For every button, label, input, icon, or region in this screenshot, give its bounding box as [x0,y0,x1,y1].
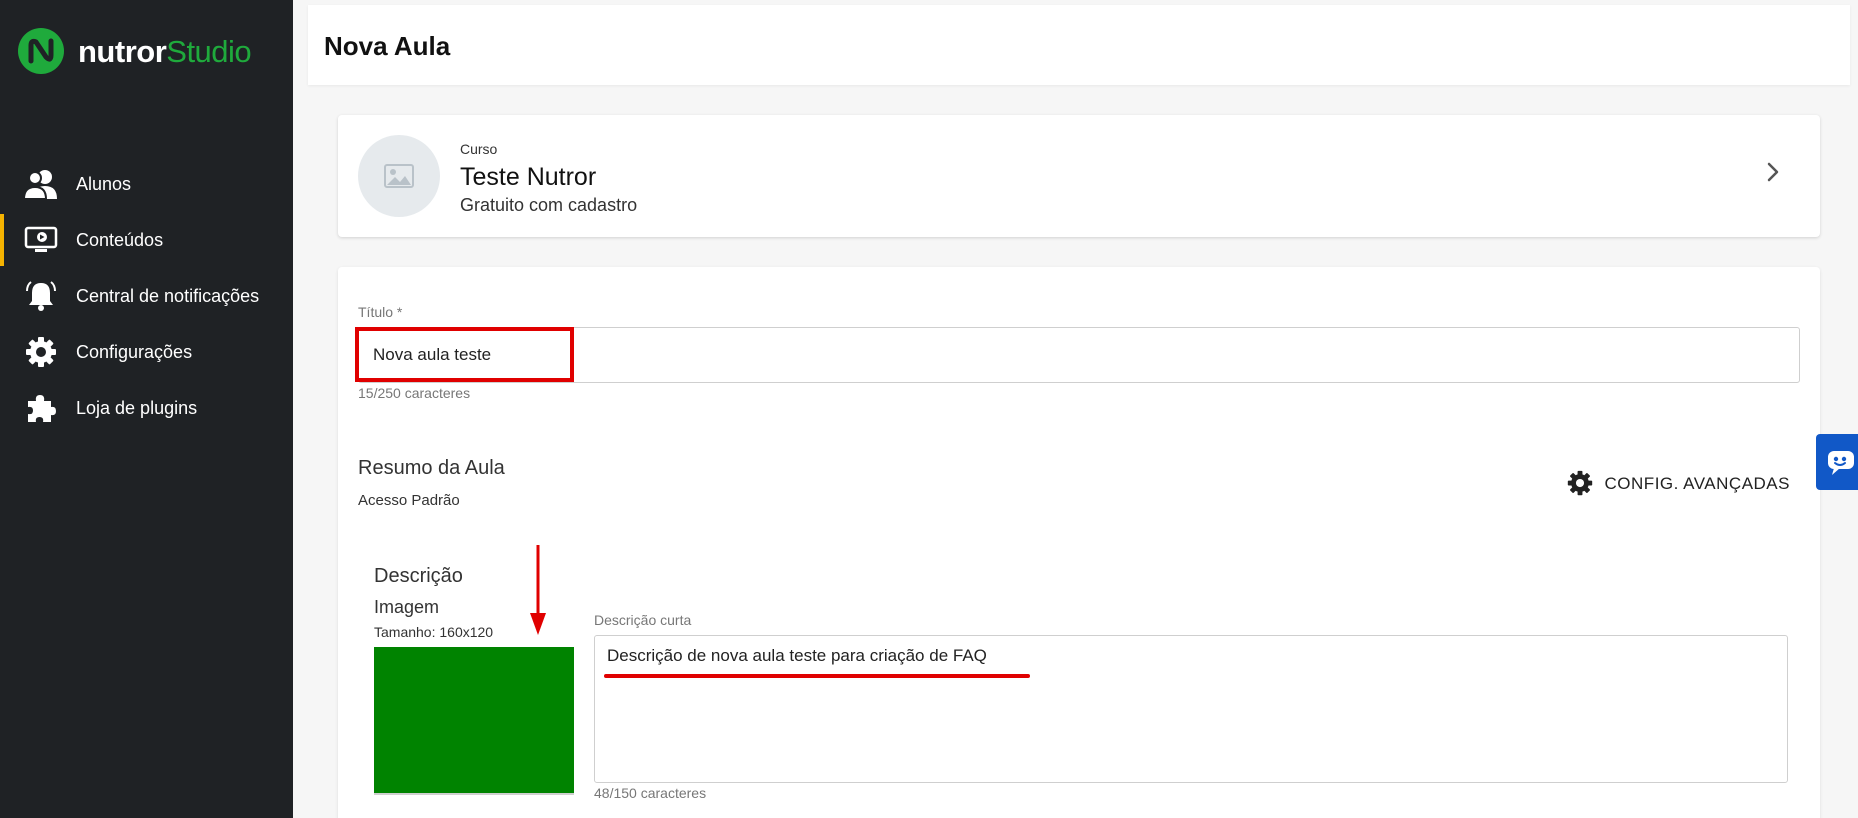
chevron-right-icon[interactable] [1766,161,1780,188]
monitor-play-icon [24,223,58,257]
arrow-down-annotation [530,545,546,635]
users-icon [24,167,58,201]
sidebar-item-alunos[interactable]: Alunos [0,156,293,212]
image-placeholder-icon [384,164,414,188]
puzzle-icon [24,391,58,425]
sidebar-item-conteudos[interactable]: Conteúdos [0,212,293,268]
image-size-hint: Tamanho: 160x120 [374,624,494,640]
bell-icon [24,279,58,313]
image-title: Imagem [374,597,440,617]
gear-icon [24,335,58,369]
sidebar-item-label: Alunos [76,173,132,194]
page-title: Nova Aula [324,31,451,61]
logo-text: nutrorStudio [78,33,252,69]
title-field-label: Título * [358,304,403,320]
title-char-count: 15/250 caracteres [358,385,471,401]
nutror-logo-icon [18,28,64,74]
course-name: Teste Nutror [460,163,597,191]
course-card[interactable]: Curso Teste Nutror Gratuito com cadastro [338,115,1820,237]
course-thumbnail [358,135,440,217]
page-header: Nova Aula [308,5,1850,85]
sidebar-item-label: Central de notificações [76,285,260,306]
description-title: Descrição [374,565,463,587]
short-description-char-count: 48/150 caracteres [594,785,707,801]
logo[interactable]: nutrorStudio [18,28,252,74]
course-kicker: Curso [460,141,498,157]
course-subtitle: Gratuito com cadastro [460,195,638,215]
title-input[interactable] [358,327,1800,383]
sidebar-item-label: Loja de plugins [76,397,198,418]
logo-text-part1: nutror [78,33,167,69]
short-description-label: Descrição curta [594,612,692,628]
logo-text-part2: Studio [166,33,252,69]
summary-title: Resumo da Aula [358,457,505,479]
sidebar-item-loja-plugins[interactable]: Loja de plugins [0,380,293,436]
summary-subtitle: Acesso Padrão [358,492,460,509]
chat-widget-tab[interactable] [1816,434,1858,490]
sidebar-nav: Alunos Conteúdos Central de notificações… [0,156,293,436]
chat-bubble-icon [1828,451,1854,475]
sidebar-item-configuracoes[interactable]: Configurações [0,324,293,380]
sidebar-item-central-notificacoes[interactable]: Central de notificações [0,268,293,324]
advanced-settings-button[interactable]: CONFIG. AVANÇADAS [1567,467,1790,501]
sidebar-item-label: Configurações [76,341,193,362]
short-description-textarea[interactable]: Descrição de nova aula teste para criaçã… [594,635,1788,783]
sidebar-item-label: Conteúdos [76,229,164,250]
advanced-settings-label: CONFIG. AVANÇADAS [1604,474,1790,493]
gear-icon [1567,470,1593,499]
lesson-form: Título * 15/250 caracteres Resumo da Aul… [338,267,1820,818]
image-upload-preview[interactable] [374,647,574,795]
sidebar: nutrorStudio Alunos Conteúdos Central de… [0,0,293,818]
